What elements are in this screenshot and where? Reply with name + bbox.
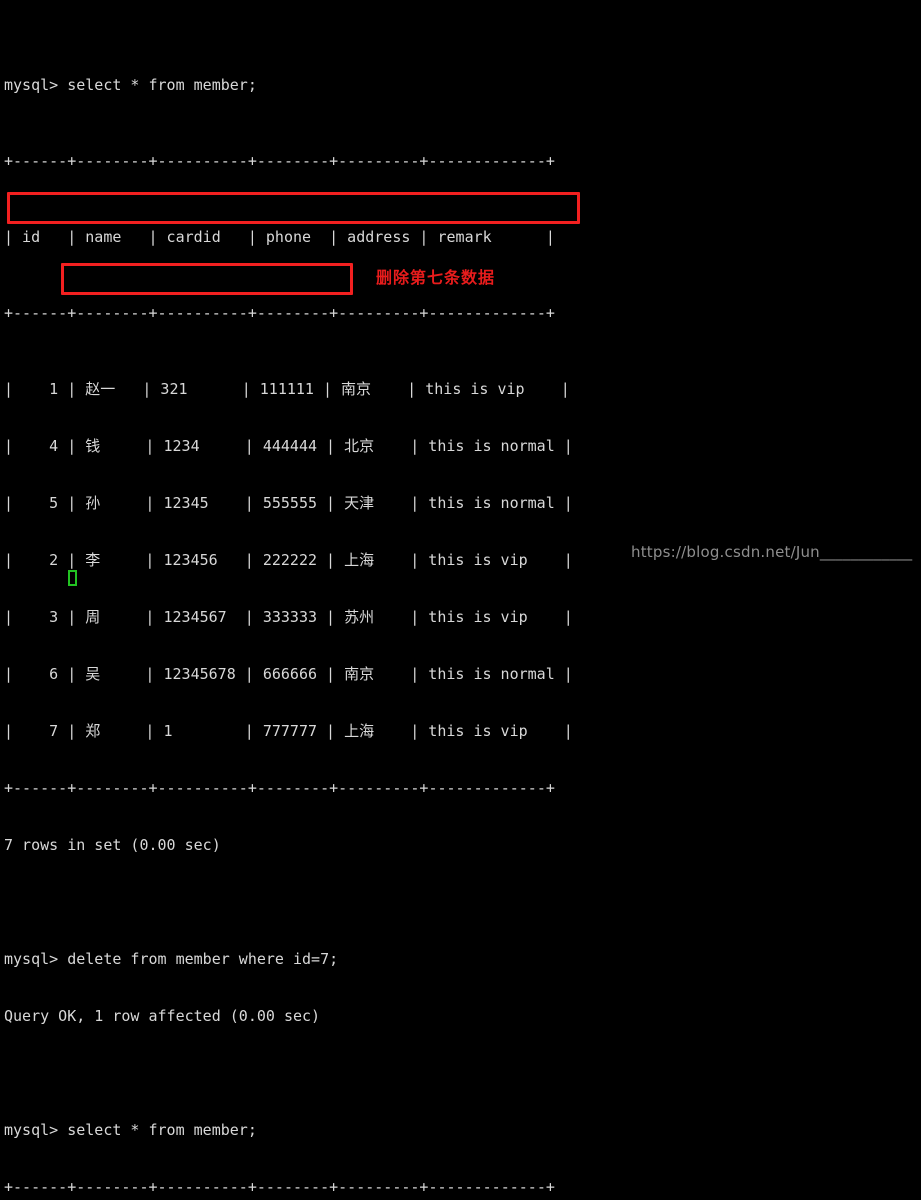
table-row: | 6 | 吴 | 12345678 | 666666 | 南京 | this … — [4, 665, 573, 683]
table-row-id-7: | 7 | 郑 | 1 | 777777 | 上海 | this is vip … — [4, 722, 573, 740]
table-separator-mid-1: +------+--------+----------+--------+---… — [4, 304, 555, 322]
terminal-cursor — [68, 570, 77, 586]
table-row: | 1 | 赵一 | 321 | 111111 | 南京 | this is v… — [4, 380, 570, 398]
terminal-screen[interactable]: mysql> select * from member; +------+---… — [0, 0, 921, 1196]
command-line-delete: mysql> delete from member where id=7; — [4, 950, 339, 968]
table-separator-top-2: +------+--------+----------+--------+---… — [4, 1178, 555, 1196]
watermark-text: https://blog.csdn.net/Jun____________ — [631, 543, 913, 561]
table-separator-bottom-1: +------+--------+----------+--------+---… — [4, 779, 555, 797]
table-separator-top-1: +------+--------+----------+--------+---… — [4, 152, 555, 170]
delete-note-annotation: 删除第七条数据 — [376, 268, 496, 287]
command-line-select-1: mysql> select * from member; — [4, 76, 257, 94]
table-row: | 5 | 孙 | 12345 | 555555 | 天津 | this is … — [4, 494, 573, 512]
table-row: | 3 | 周 | 1234567 | 333333 | 苏州 | this i… — [4, 608, 573, 626]
command-line-select-2: mysql> select * from member; — [4, 1121, 257, 1139]
row-count-1: 7 rows in set (0.00 sec) — [4, 836, 221, 854]
query-ok-message: Query OK, 1 row affected (0.00 sec) — [4, 1007, 321, 1025]
table-header-1: | id | name | cardid | phone | address |… — [4, 228, 555, 246]
table-row: | 4 | 钱 | 1234 | 444444 | 北京 | this is n… — [4, 437, 573, 455]
